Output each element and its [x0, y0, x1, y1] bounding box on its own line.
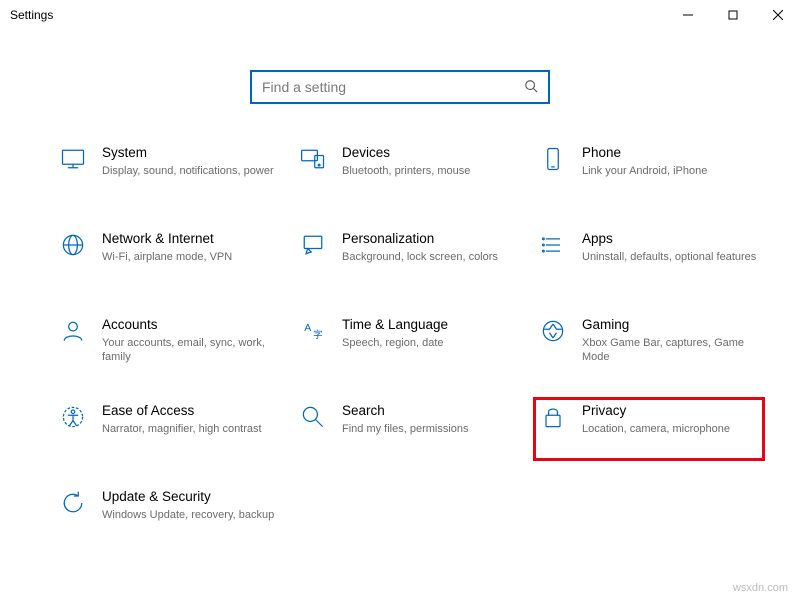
- tile-desc: Display, sound, notifications, power: [102, 164, 280, 179]
- tile-desc: Narrator, magnifier, high contrast: [102, 422, 280, 437]
- tile-title: System: [102, 144, 280, 162]
- devices-icon: [298, 144, 328, 174]
- tile-desc: Background, lock screen, colors: [342, 250, 520, 265]
- svg-text:字: 字: [313, 329, 323, 341]
- tile-desc: Location, camera, microphone: [582, 422, 760, 437]
- tile-apps[interactable]: Apps Uninstall, defaults, optional featu…: [534, 226, 764, 288]
- tile-title: Personalization: [342, 230, 520, 248]
- tile-title: Update & Security: [102, 488, 280, 506]
- tile-desc: Uninstall, defaults, optional features: [582, 250, 760, 265]
- tile-personalization[interactable]: Personalization Background, lock screen,…: [294, 226, 524, 288]
- paint-icon: [298, 230, 328, 260]
- tile-privacy[interactable]: Privacy Location, camera, microphone: [534, 398, 764, 460]
- phone-icon: [538, 144, 568, 174]
- tile-desc: Wi-Fi, airplane mode, VPN: [102, 250, 280, 265]
- tile-ease[interactable]: Ease of Access Narrator, magnifier, high…: [54, 398, 284, 460]
- person-icon: [58, 316, 88, 346]
- tile-desc: Speech, region, date: [342, 336, 520, 351]
- tile-title: Privacy: [582, 402, 760, 420]
- tile-desc: Link your Android, iPhone: [582, 164, 760, 179]
- update-icon: [58, 488, 88, 518]
- apps-icon: [538, 230, 568, 260]
- watermark: wsxdn.com: [733, 582, 788, 594]
- maximize-button[interactable]: [710, 0, 755, 30]
- language-icon: A字: [298, 316, 328, 346]
- search-input[interactable]: [262, 79, 524, 95]
- tile-title: Network & Internet: [102, 230, 280, 248]
- magnifier-icon: [298, 402, 328, 432]
- tile-title: Ease of Access: [102, 402, 280, 420]
- tile-gaming[interactable]: Gaming Xbox Game Bar, captures, Game Mod…: [534, 312, 764, 374]
- search-icon: [524, 79, 538, 96]
- tile-network[interactable]: Network & Internet Wi-Fi, airplane mode,…: [54, 226, 284, 288]
- tile-desc: Your accounts, email, sync, work, family: [102, 336, 280, 366]
- svg-text:A: A: [304, 322, 311, 334]
- tile-title: Gaming: [582, 316, 760, 334]
- lock-icon: [538, 402, 568, 432]
- tile-devices[interactable]: Devices Bluetooth, printers, mouse: [294, 140, 524, 202]
- tile-system[interactable]: System Display, sound, notifications, po…: [54, 140, 284, 202]
- tile-desc: Windows Update, recovery, backup: [102, 508, 280, 523]
- tile-phone[interactable]: Phone Link your Android, iPhone: [534, 140, 764, 202]
- close-button[interactable]: [755, 0, 800, 30]
- search-box[interactable]: [250, 70, 550, 104]
- tile-desc: Bluetooth, printers, mouse: [342, 164, 520, 179]
- minimize-button[interactable]: [665, 0, 710, 30]
- tile-title: Phone: [582, 144, 760, 162]
- accessibility-icon: [58, 402, 88, 432]
- tile-title: Accounts: [102, 316, 280, 334]
- monitor-icon: [58, 144, 88, 174]
- tile-desc: Xbox Game Bar, captures, Game Mode: [582, 336, 760, 366]
- tile-update[interactable]: Update & Security Windows Update, recove…: [54, 484, 284, 546]
- gaming-icon: [538, 316, 568, 346]
- tile-desc: Find my files, permissions: [342, 422, 520, 437]
- globe-icon: [58, 230, 88, 260]
- tile-title: Devices: [342, 144, 520, 162]
- tile-time[interactable]: A字 Time & Language Speech, region, date: [294, 312, 524, 374]
- tile-title: Time & Language: [342, 316, 520, 334]
- tile-title: Search: [342, 402, 520, 420]
- tile-title: Apps: [582, 230, 760, 248]
- tile-accounts[interactable]: Accounts Your accounts, email, sync, wor…: [54, 312, 284, 374]
- titlebar: Settings: [0, 0, 800, 30]
- tile-search[interactable]: Search Find my files, permissions: [294, 398, 524, 460]
- settings-grid: System Display, sound, notifications, po…: [0, 104, 800, 566]
- window-title: Settings: [10, 8, 53, 22]
